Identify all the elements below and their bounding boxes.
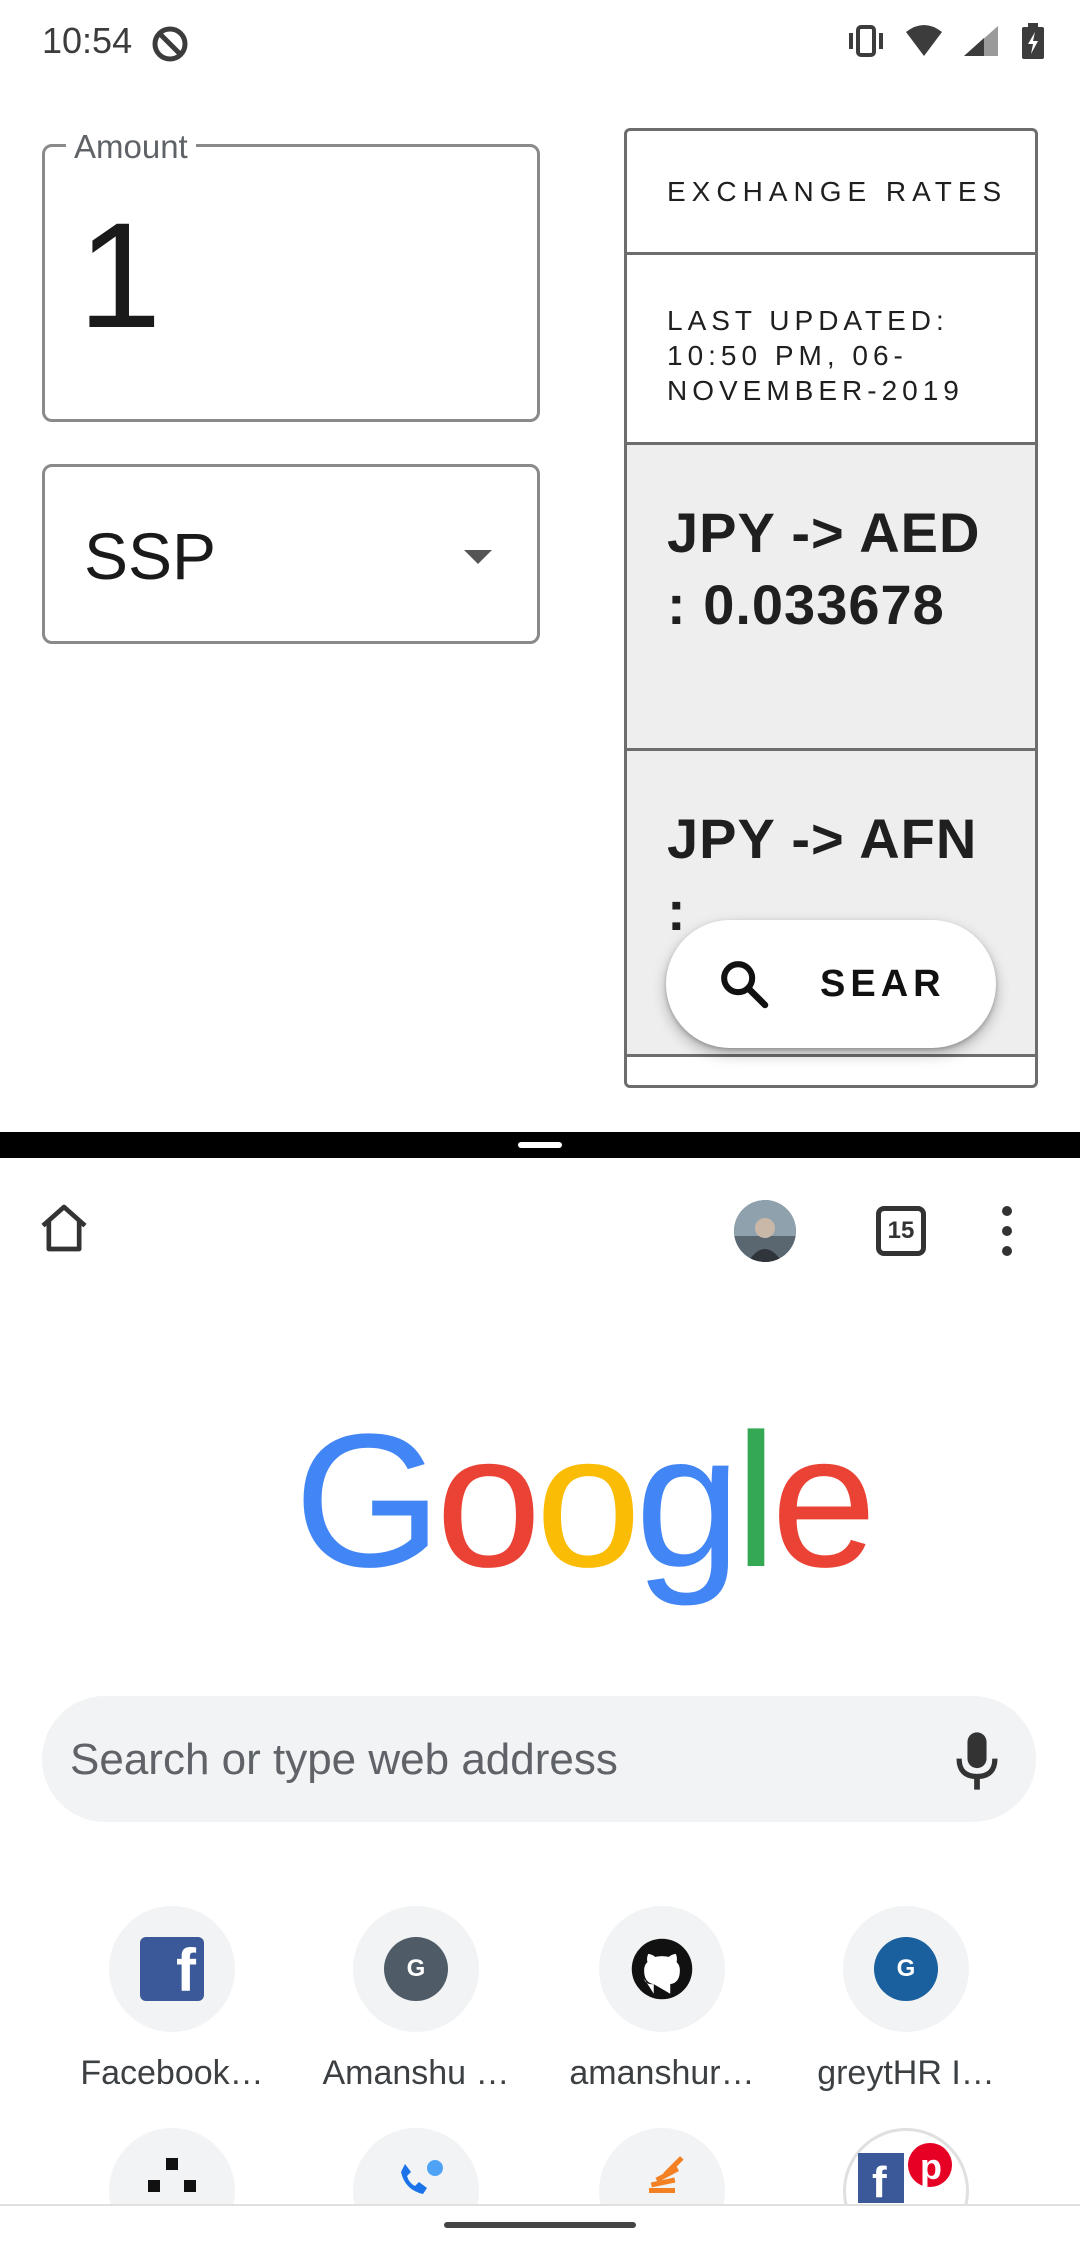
search-fab-label: SEAR (820, 962, 946, 1005)
google-logo-letter: g (635, 1395, 741, 1607)
svg-text:p: p (920, 2146, 942, 2187)
rate-item[interactable]: JPY -> AED : 0.033678 (627, 445, 1035, 751)
split-screen-handle[interactable] (518, 1142, 562, 1148)
status-icons (846, 22, 1046, 60)
phone-icon (401, 2160, 443, 2194)
svg-text:f: f (872, 2158, 887, 2203)
last-updated-text: LAST UPDATED: 10:50 PM, 06-NOVEMBER-2019 (627, 255, 1035, 445)
tile-letter: G (896, 1955, 916, 1982)
tab-switcher-button[interactable]: 15 (876, 1206, 926, 1256)
tile-icon-background: f (109, 1906, 235, 2032)
tile-label: greytHR I… (817, 2054, 995, 2092)
microphone-icon[interactable] (952, 1730, 1002, 1792)
amount-label: Amount (66, 128, 196, 166)
dropdown-arrow-icon (464, 550, 492, 564)
google-logo-letters: Google (294, 1395, 877, 1607)
vibrate-icon (849, 25, 883, 57)
google-logo: Google (294, 1406, 877, 1596)
last-updated-value: LAST UPDATED: 10:50 PM, 06-NOVEMBER-2019 (667, 305, 964, 406)
search-input[interactable] (70, 1730, 910, 1790)
shortcut-tile-facebook[interactable]: f Facebook… (62, 1906, 282, 2093)
shortcut-tile-amanshu[interactable]: G Amanshu … (306, 1906, 526, 2093)
google-logo-letter: o (435, 1395, 542, 1607)
avatar-image (734, 1200, 796, 1262)
search-fab-button[interactable]: SEAR (666, 920, 996, 1048)
wifi-icon (906, 25, 942, 56)
search-icon (721, 961, 769, 1009)
tile-letter: G (406, 1955, 426, 1982)
profile-avatar[interactable] (734, 1200, 796, 1262)
home-gesture-handle[interactable] (444, 2222, 636, 2228)
tile-label: amanshur… (569, 2054, 755, 2092)
rate-item-text: JPY -> AED : 0.033678 (667, 501, 981, 636)
letter-g-icon: G (874, 1937, 938, 2001)
tile-icon-background: G (843, 1906, 969, 2032)
stack-overflow-icon (649, 2156, 684, 2193)
shortcut-tile-github[interactable]: amanshur… (552, 1906, 772, 2093)
tile-icon-background (599, 1906, 725, 2032)
github-icon (631, 1938, 693, 2000)
battery-charging-icon (1022, 23, 1044, 59)
letter-g-icon: G (384, 1937, 448, 2001)
google-logo-letter: l (734, 1395, 777, 1607)
currency-selected-value: SSP (84, 519, 217, 593)
status-time: 10:54 (42, 20, 133, 61)
tile-label: Facebook… (80, 2054, 264, 2092)
exchange-rates-header: EXCHANGE RATES (627, 131, 1035, 255)
google-logo-letter: e (771, 1395, 877, 1607)
google-logo-letter: G (294, 1395, 442, 1607)
shortcut-tile-greythr[interactable]: G greytHR I… (796, 1906, 1016, 2093)
overflow-menu-icon[interactable] (992, 1206, 1022, 1256)
tile-icon-background: G (353, 1906, 479, 2032)
social-apps-icon: f p (858, 2143, 952, 2207)
site-icon (148, 2158, 196, 2192)
do-not-disturb-icon (152, 26, 188, 62)
cellular-signal-icon (964, 26, 998, 56)
home-icon[interactable] (36, 1200, 92, 1256)
tab-count: 15 (887, 1217, 915, 1244)
tile-label: Amanshu … (322, 2054, 510, 2092)
facebook-icon: f (140, 1937, 204, 2001)
google-logo-letter: o (535, 1395, 641, 1607)
amount-value[interactable]: 1 (78, 200, 161, 350)
